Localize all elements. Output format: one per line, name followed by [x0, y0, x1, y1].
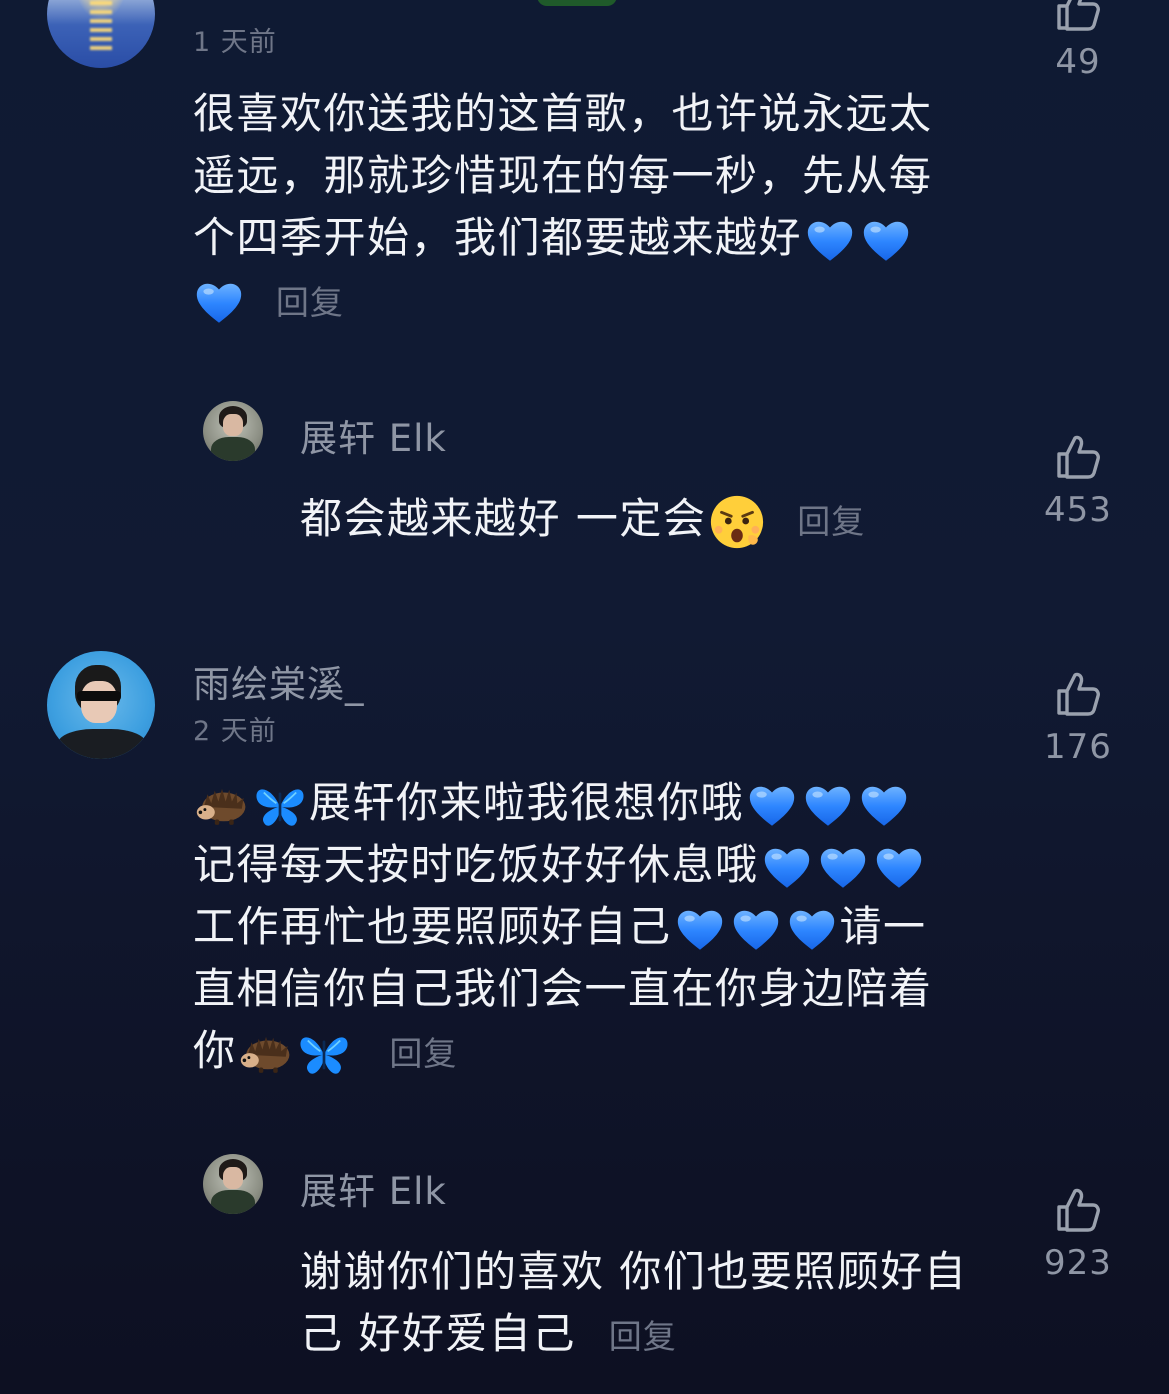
- thumbs-up-icon: [1053, 0, 1103, 34]
- hedgehog-icon: [239, 1031, 293, 1077]
- comment-line: 记得每天按时吃饭好好休息哦: [193, 834, 1013, 896]
- blue-heart-icon: [674, 904, 726, 956]
- surprised-face-icon: [708, 493, 766, 551]
- comment-text: 都会越来越好 一定会 回复: [300, 488, 960, 553]
- reply-button[interactable]: 回复: [609, 1317, 677, 1356]
- comment-line-text: 展轩你来啦我很想你哦: [309, 778, 745, 827]
- avatar[interactable]: [203, 1154, 263, 1214]
- butterfly-icon: [253, 783, 307, 829]
- like-button[interactable]: 176: [1028, 669, 1128, 767]
- comment-line: 很喜欢你送我的这首歌，也许说永远太: [193, 89, 933, 138]
- cut-off-badge: [537, 0, 617, 6]
- comment-line: 回复: [193, 269, 1013, 334]
- comment-line: 个四季开始，我们都要越来越好: [193, 207, 1013, 269]
- hedgehog-icon: [195, 783, 249, 829]
- blue-heart-icon: [761, 842, 813, 894]
- blue-heart-icon: [193, 277, 245, 329]
- like-count: 453: [1044, 490, 1112, 530]
- comment-time: 1 天前: [193, 27, 277, 58]
- butterfly-icon: [297, 1031, 351, 1077]
- username[interactable]: 展轩 Elk: [300, 408, 447, 462]
- like-button[interactable]: 923: [1028, 1185, 1128, 1283]
- comment-time: 2 天前: [193, 716, 277, 747]
- thumbs-up-icon: [1053, 432, 1103, 482]
- blue-heart-icon: [802, 780, 854, 832]
- blue-heart-icon: [786, 904, 838, 956]
- comment-text: 很喜欢你送我的这首歌，也许说永远太 遥远，那就珍惜现在的每一秒，先从每 个四季开…: [193, 83, 1013, 334]
- blue-heart-icon: [873, 842, 925, 894]
- comment-line-text: 请一: [839, 902, 927, 951]
- blue-heart-icon: [817, 842, 869, 894]
- comment-line: 你 回复: [193, 1020, 1013, 1085]
- comment-line-text: 工作再忙也要照顾好自己: [193, 902, 672, 951]
- comment-line: 己 好好爱自己 回复: [300, 1303, 1000, 1368]
- like-count: 923: [1044, 1243, 1112, 1283]
- username[interactable]: 展轩 Elk: [300, 1161, 447, 1215]
- thumbs-up-icon: [1053, 669, 1103, 719]
- comment-line: 工作再忙也要照顾好自己 请一: [193, 896, 1013, 958]
- blue-heart-icon: [858, 780, 910, 832]
- reply-button[interactable]: 回复: [276, 283, 344, 322]
- like-count: 176: [1044, 727, 1112, 767]
- like-button[interactable]: 453: [1028, 432, 1128, 530]
- comment-text: 谢谢你们的喜欢 你们也要照顾好自 己 好好爱自己 回复: [300, 1241, 1000, 1368]
- username[interactable]: 雨绘棠溪_: [193, 654, 365, 708]
- comment-line: 直相信你自己我们会一直在你身边陪着: [193, 964, 933, 1013]
- comment-line-text: 己 好好爱自己: [300, 1309, 576, 1358]
- comment-line: 遥远，那就珍惜现在的每一秒，先从每: [193, 151, 933, 200]
- blue-heart-icon: [804, 215, 856, 267]
- avatar[interactable]: [47, 651, 155, 759]
- reply-button[interactable]: 回复: [389, 1034, 457, 1073]
- comment-line: 展轩你来啦我很想你哦: [193, 772, 1013, 834]
- like-count: 49: [1055, 42, 1101, 82]
- blue-heart-icon: [860, 215, 912, 267]
- comment-line-text: 你: [193, 1026, 237, 1075]
- comment-line-text: 记得每天按时吃饭好好休息哦: [193, 840, 759, 889]
- blue-heart-icon: [730, 904, 782, 956]
- avatar[interactable]: [203, 401, 263, 461]
- reply-button[interactable]: 回复: [797, 502, 865, 541]
- blue-heart-icon: [746, 780, 798, 832]
- comment-text: 展轩你来啦我很想你哦 记得每天按时吃饭好好休息哦 工作再忙也要照顾好自己 请一 直…: [193, 772, 1013, 1085]
- cut-off-username-row: [193, 0, 493, 8]
- comment-line: 谢谢你们的喜欢 你们也要照顾好自: [300, 1247, 968, 1296]
- avatar[interactable]: [47, 0, 155, 68]
- comment-line-text: 都会越来越好 一定会: [300, 494, 707, 543]
- comment-line-text: 个四季开始，我们都要越来越好: [193, 213, 803, 262]
- like-button[interactable]: 49: [1028, 0, 1128, 82]
- thumbs-up-icon: [1053, 1185, 1103, 1235]
